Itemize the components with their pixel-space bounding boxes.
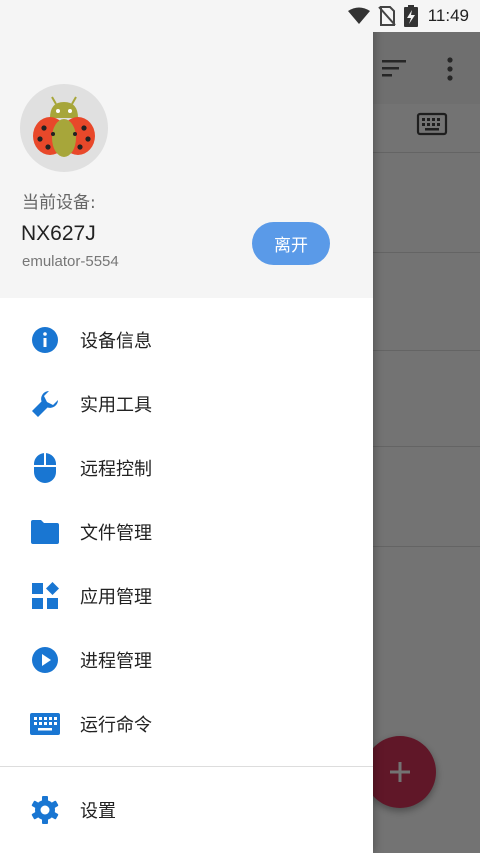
menu-item-app-manager[interactable]: 应用管理 bbox=[0, 564, 373, 628]
menu-item-label: 设置 bbox=[80, 801, 116, 822]
menu-item-label: 文件管理 bbox=[80, 523, 152, 544]
status-bar: 11:49 bbox=[0, 0, 480, 32]
leave-button[interactable]: 离开 bbox=[252, 222, 330, 265]
play-circle-icon bbox=[30, 644, 60, 676]
mouse-icon bbox=[30, 452, 60, 484]
folder-icon bbox=[30, 516, 60, 548]
wrench-icon bbox=[30, 388, 60, 420]
ladybug-android-logo bbox=[33, 96, 95, 157]
menu-item-run-command[interactable]: 运行命令 bbox=[0, 692, 373, 756]
device-name: NX627J bbox=[21, 222, 96, 245]
drawer-menu: 设备信息 实用工具 远程控制 文件管理 应用管理 进程管理 运行命令 bbox=[0, 308, 373, 756]
menu-item-device-info[interactable]: 设备信息 bbox=[0, 308, 373, 372]
battery-charging-icon bbox=[403, 5, 418, 27]
no-sim-icon bbox=[377, 6, 396, 26]
drawer-divider bbox=[0, 766, 373, 767]
keyboard-icon bbox=[30, 708, 60, 740]
menu-item-label: 设备信息 bbox=[80, 331, 152, 352]
apps-icon bbox=[30, 580, 60, 612]
menu-item-label: 实用工具 bbox=[80, 395, 152, 416]
info-icon bbox=[30, 324, 60, 356]
gear-icon bbox=[30, 794, 60, 826]
menu-item-label: 远程控制 bbox=[80, 459, 152, 480]
menu-item-label: 运行命令 bbox=[80, 715, 152, 736]
menu-item-label: 应用管理 bbox=[80, 587, 152, 608]
device-serial: emulator-5554 bbox=[22, 253, 119, 270]
avatar bbox=[20, 84, 108, 172]
menu-item-process-manager[interactable]: 进程管理 bbox=[0, 628, 373, 692]
menu-item-settings[interactable]: 设置 bbox=[0, 778, 373, 842]
navigation-drawer: 当前设备: NX627J emulator-5554 离开 设备信息 实用工具 … bbox=[0, 0, 373, 853]
menu-item-tools[interactable]: 实用工具 bbox=[0, 372, 373, 436]
clock: 11:49 bbox=[427, 6, 469, 25]
menu-item-label: 进程管理 bbox=[80, 651, 152, 672]
menu-item-file-manager[interactable]: 文件管理 bbox=[0, 500, 373, 564]
device-caption: 当前设备: bbox=[22, 193, 96, 213]
drawer-header: 当前设备: NX627J emulator-5554 离开 bbox=[0, 0, 373, 298]
menu-item-remote-control[interactable]: 远程控制 bbox=[0, 436, 373, 500]
wifi-icon bbox=[347, 7, 370, 24]
